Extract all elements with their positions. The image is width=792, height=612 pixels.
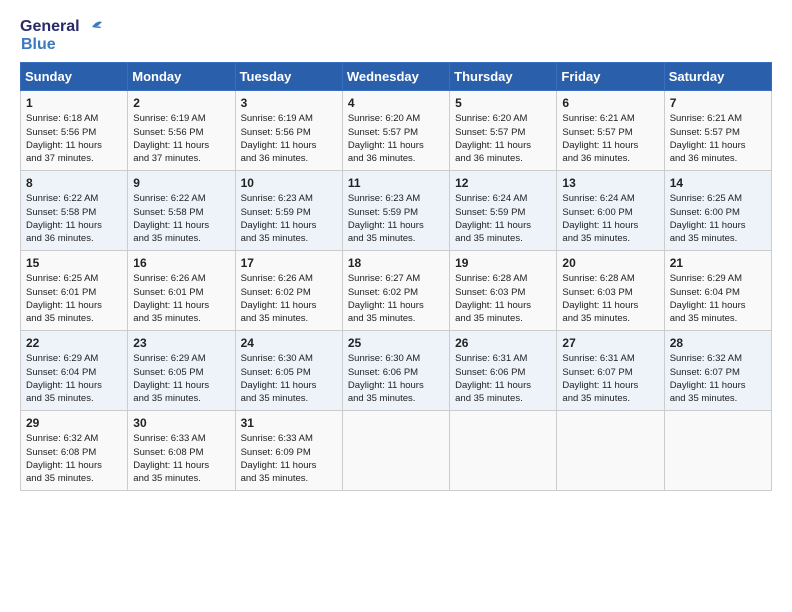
calendar-cell	[557, 410, 664, 490]
calendar-cell: 9Sunrise: 6:22 AMSunset: 5:58 PMDaylight…	[128, 170, 235, 250]
calendar-cell: 4Sunrise: 6:20 AMSunset: 5:57 PMDaylight…	[342, 90, 449, 170]
calendar-cell: 8Sunrise: 6:22 AMSunset: 5:58 PMDaylight…	[21, 170, 128, 250]
day-number: 13	[562, 175, 659, 192]
logo-general: General	[20, 18, 80, 36]
calendar-cell: 29Sunrise: 6:32 AMSunset: 6:08 PMDayligh…	[21, 410, 128, 490]
calendar-cell: 22Sunrise: 6:29 AMSunset: 6:04 PMDayligh…	[21, 330, 128, 410]
calendar-cell: 17Sunrise: 6:26 AMSunset: 6:02 PMDayligh…	[235, 250, 342, 330]
calendar-table: SundayMondayTuesdayWednesdayThursdayFrid…	[20, 62, 772, 491]
day-number: 18	[348, 255, 445, 272]
day-number: 10	[241, 175, 338, 192]
day-number: 12	[455, 175, 552, 192]
week-row-4: 22Sunrise: 6:29 AMSunset: 6:04 PMDayligh…	[21, 330, 772, 410]
calendar-cell: 16Sunrise: 6:26 AMSunset: 6:01 PMDayligh…	[128, 250, 235, 330]
calendar-cell: 31Sunrise: 6:33 AMSunset: 6:09 PMDayligh…	[235, 410, 342, 490]
calendar-cell: 27Sunrise: 6:31 AMSunset: 6:07 PMDayligh…	[557, 330, 664, 410]
day-number: 6	[562, 95, 659, 112]
day-number: 22	[26, 335, 123, 352]
calendar-cell: 30Sunrise: 6:33 AMSunset: 6:08 PMDayligh…	[128, 410, 235, 490]
header-day-saturday: Saturday	[664, 62, 771, 90]
header-day-friday: Friday	[557, 62, 664, 90]
calendar-cell: 14Sunrise: 6:25 AMSunset: 6:00 PMDayligh…	[664, 170, 771, 250]
calendar-cell: 21Sunrise: 6:29 AMSunset: 6:04 PMDayligh…	[664, 250, 771, 330]
logo: General Blue	[20, 18, 102, 54]
day-number: 21	[670, 255, 767, 272]
logo-blue: Blue	[21, 36, 56, 54]
calendar-cell	[664, 410, 771, 490]
day-number: 24	[241, 335, 338, 352]
week-row-3: 15Sunrise: 6:25 AMSunset: 6:01 PMDayligh…	[21, 250, 772, 330]
day-number: 8	[26, 175, 123, 192]
calendar-page: General Blue SundayMondayTuesdayWednesda…	[0, 0, 792, 612]
calendar-cell: 20Sunrise: 6:28 AMSunset: 6:03 PMDayligh…	[557, 250, 664, 330]
calendar-cell: 2Sunrise: 6:19 AMSunset: 5:56 PMDaylight…	[128, 90, 235, 170]
day-number: 16	[133, 255, 230, 272]
calendar-cell: 24Sunrise: 6:30 AMSunset: 6:05 PMDayligh…	[235, 330, 342, 410]
header-day-wednesday: Wednesday	[342, 62, 449, 90]
header-row: SundayMondayTuesdayWednesdayThursdayFrid…	[21, 62, 772, 90]
day-number: 4	[348, 95, 445, 112]
calendar-cell: 3Sunrise: 6:19 AMSunset: 5:56 PMDaylight…	[235, 90, 342, 170]
day-number: 1	[26, 95, 123, 112]
calendar-cell: 12Sunrise: 6:24 AMSunset: 5:59 PMDayligh…	[450, 170, 557, 250]
calendar-cell: 18Sunrise: 6:27 AMSunset: 6:02 PMDayligh…	[342, 250, 449, 330]
day-number: 14	[670, 175, 767, 192]
calendar-cell: 1Sunrise: 6:18 AMSunset: 5:56 PMDaylight…	[21, 90, 128, 170]
day-number: 11	[348, 175, 445, 192]
calendar-cell: 11Sunrise: 6:23 AMSunset: 5:59 PMDayligh…	[342, 170, 449, 250]
calendar-cell	[342, 410, 449, 490]
day-number: 2	[133, 95, 230, 112]
day-number: 29	[26, 415, 123, 432]
day-number: 31	[241, 415, 338, 432]
calendar-cell	[450, 410, 557, 490]
calendar-cell: 10Sunrise: 6:23 AMSunset: 5:59 PMDayligh…	[235, 170, 342, 250]
header-day-tuesday: Tuesday	[235, 62, 342, 90]
calendar-cell: 6Sunrise: 6:21 AMSunset: 5:57 PMDaylight…	[557, 90, 664, 170]
day-number: 20	[562, 255, 659, 272]
day-number: 7	[670, 95, 767, 112]
header-day-monday: Monday	[128, 62, 235, 90]
header: General Blue	[20, 18, 772, 54]
calendar-cell: 13Sunrise: 6:24 AMSunset: 6:00 PMDayligh…	[557, 170, 664, 250]
calendar-cell: 28Sunrise: 6:32 AMSunset: 6:07 PMDayligh…	[664, 330, 771, 410]
calendar-cell: 7Sunrise: 6:21 AMSunset: 5:57 PMDaylight…	[664, 90, 771, 170]
calendar-cell: 5Sunrise: 6:20 AMSunset: 5:57 PMDaylight…	[450, 90, 557, 170]
calendar-cell: 26Sunrise: 6:31 AMSunset: 6:06 PMDayligh…	[450, 330, 557, 410]
week-row-1: 1Sunrise: 6:18 AMSunset: 5:56 PMDaylight…	[21, 90, 772, 170]
day-number: 9	[133, 175, 230, 192]
day-number: 15	[26, 255, 123, 272]
day-number: 23	[133, 335, 230, 352]
day-number: 19	[455, 255, 552, 272]
header-day-sunday: Sunday	[21, 62, 128, 90]
day-number: 30	[133, 415, 230, 432]
day-number: 3	[241, 95, 338, 112]
calendar-cell: 15Sunrise: 6:25 AMSunset: 6:01 PMDayligh…	[21, 250, 128, 330]
day-number: 25	[348, 335, 445, 352]
day-number: 28	[670, 335, 767, 352]
day-number: 26	[455, 335, 552, 352]
week-row-2: 8Sunrise: 6:22 AMSunset: 5:58 PMDaylight…	[21, 170, 772, 250]
calendar-cell: 19Sunrise: 6:28 AMSunset: 6:03 PMDayligh…	[450, 250, 557, 330]
week-row-5: 29Sunrise: 6:32 AMSunset: 6:08 PMDayligh…	[21, 410, 772, 490]
calendar-cell: 25Sunrise: 6:30 AMSunset: 6:06 PMDayligh…	[342, 330, 449, 410]
header-day-thursday: Thursday	[450, 62, 557, 90]
logo-bird-icon	[82, 18, 102, 36]
day-number: 17	[241, 255, 338, 272]
calendar-cell: 23Sunrise: 6:29 AMSunset: 6:05 PMDayligh…	[128, 330, 235, 410]
day-number: 27	[562, 335, 659, 352]
day-number: 5	[455, 95, 552, 112]
